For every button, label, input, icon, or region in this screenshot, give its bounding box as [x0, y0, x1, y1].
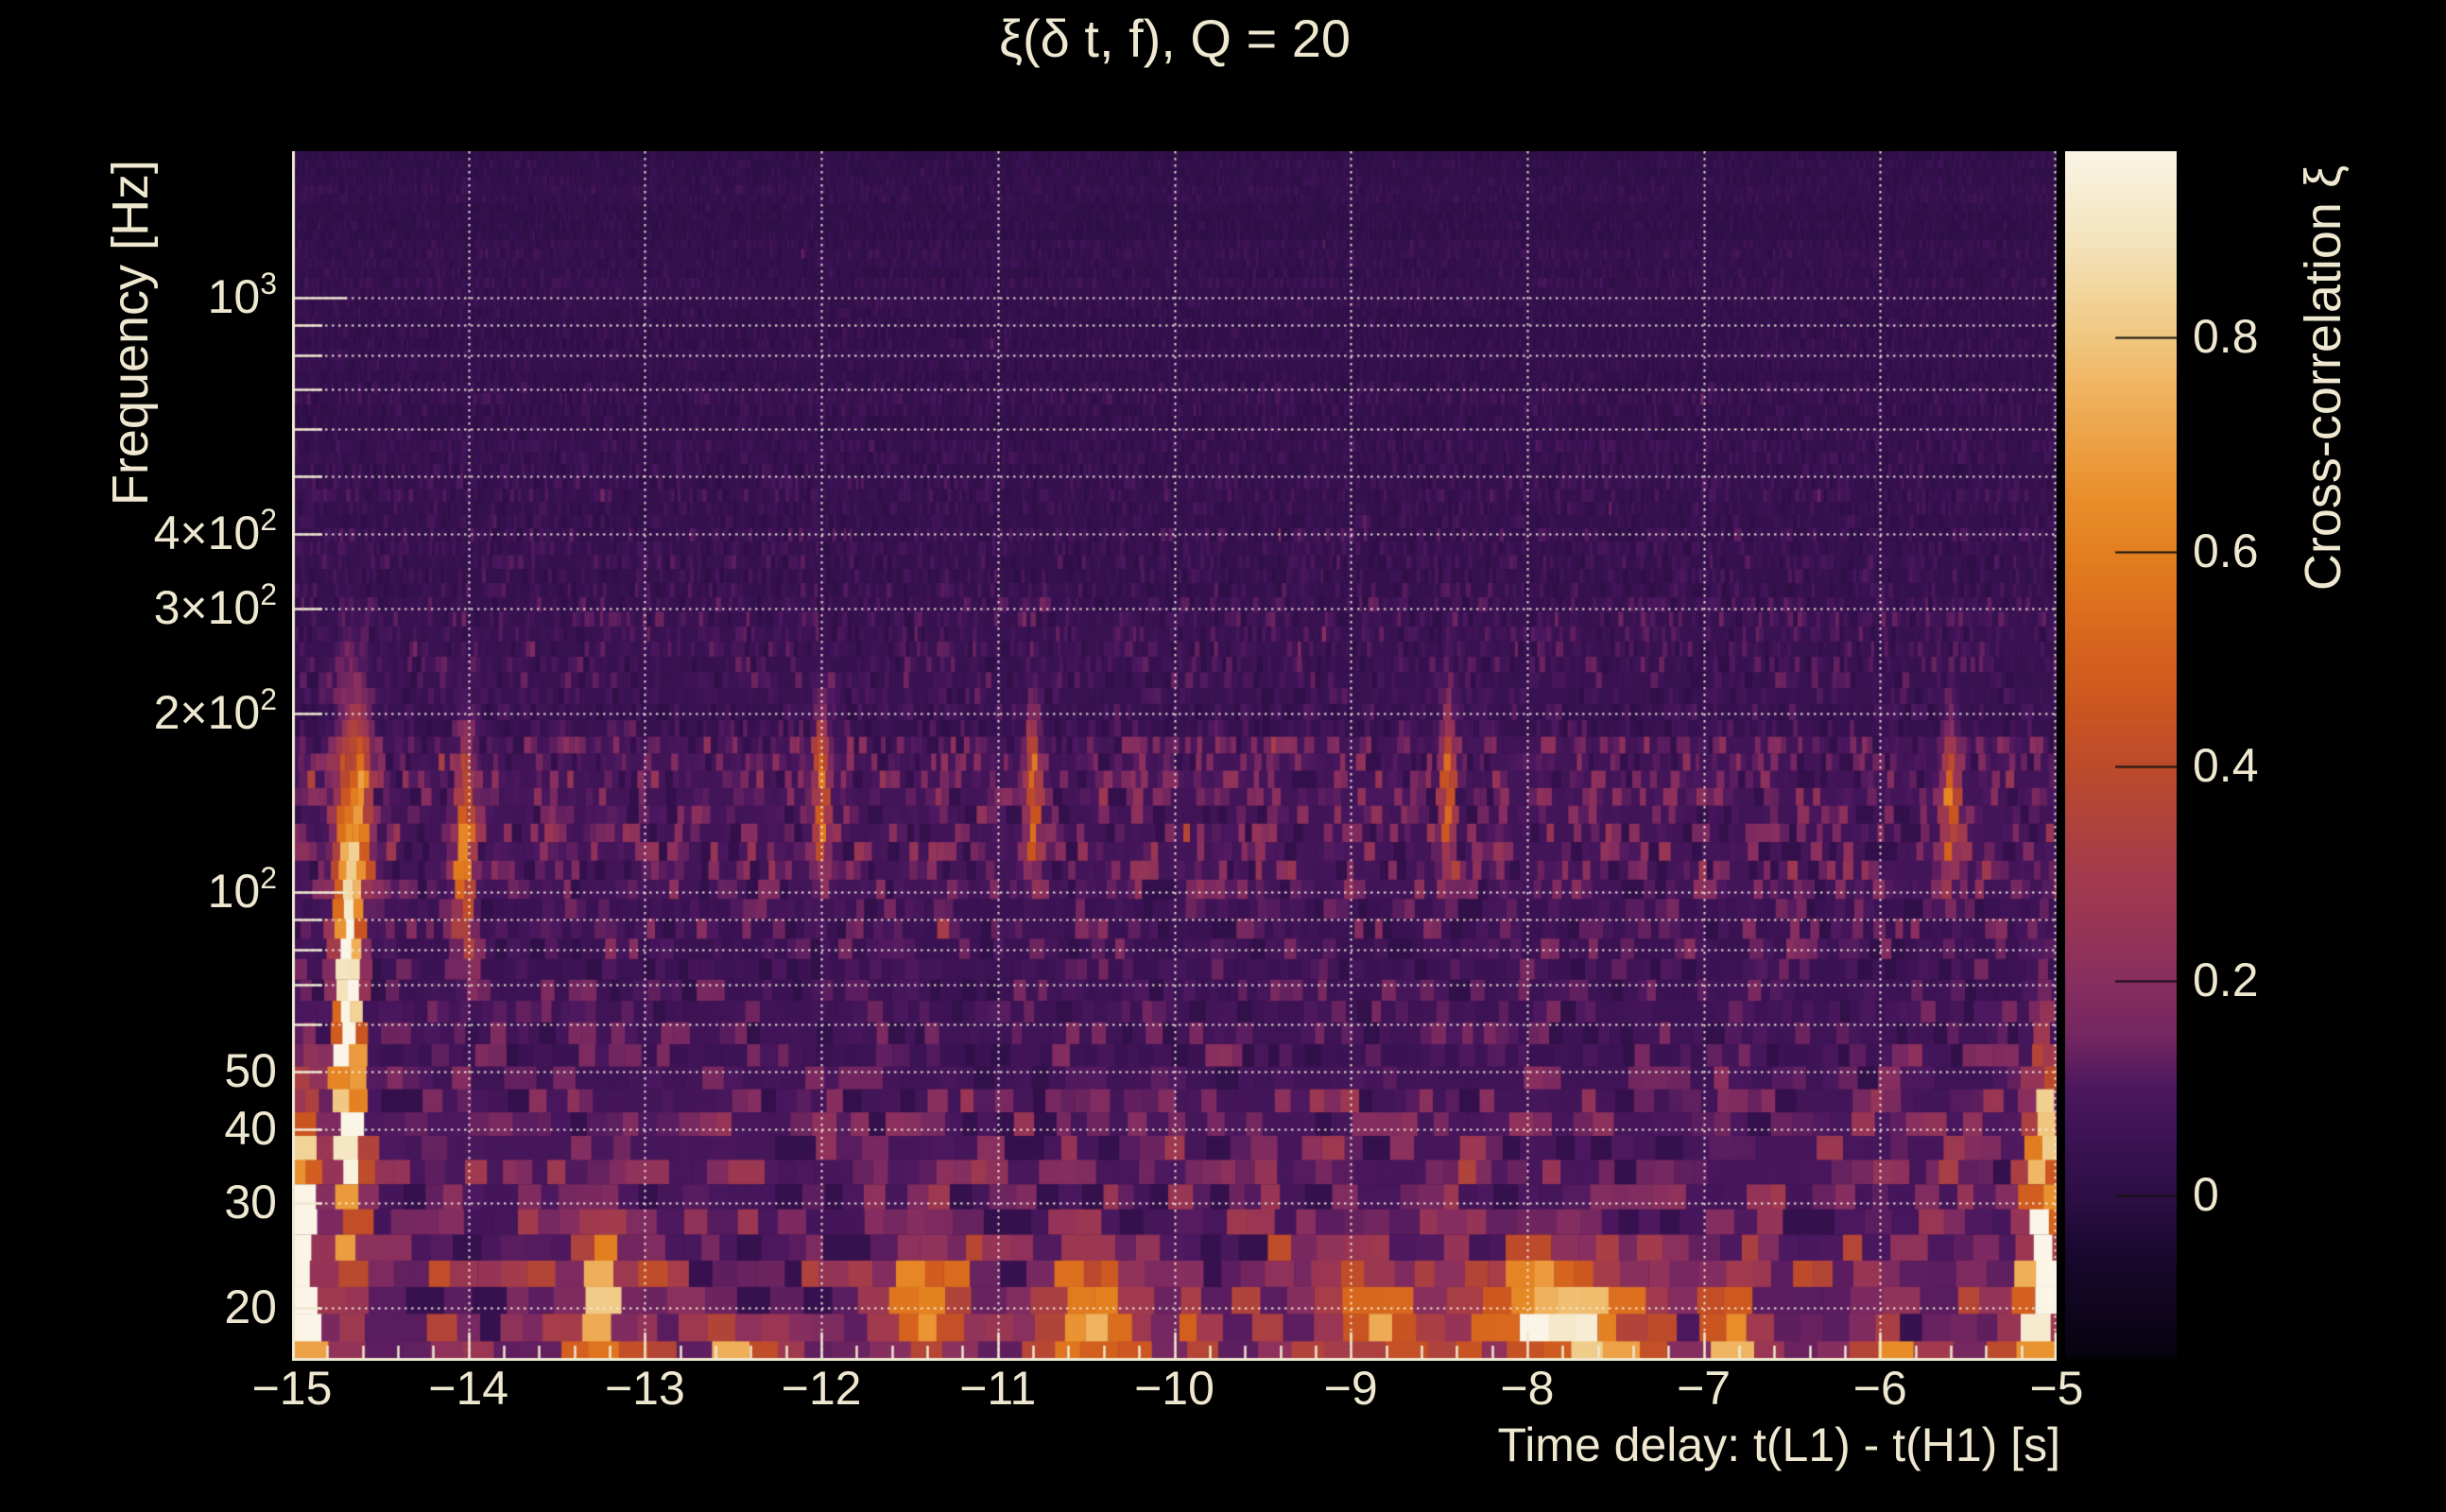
y-tick-label: 4×102 — [153, 503, 277, 560]
y-tick-label: 50 — [224, 1043, 277, 1097]
plot-title: ξ(δ t, f), Q = 20 — [998, 9, 1352, 68]
x-tick-label: −6 — [1852, 1362, 1907, 1415]
colorbar-title: Cross-correlation ξ — [2295, 164, 2351, 592]
x-tick-label: −7 — [1677, 1362, 1731, 1415]
y-tick-label: 20 — [224, 1280, 277, 1334]
x-tick-label: −14 — [428, 1362, 509, 1415]
x-tick-label: −5 — [2029, 1362, 2084, 1415]
colorbar-tick-label: 0.6 — [2193, 524, 2259, 578]
x-tick-label: −9 — [1323, 1362, 1378, 1415]
qscan-figure: ξ(δ t, f), Q = 20 Frequency [Hz] 103 4×10… — [0, 0, 2446, 1512]
y-tick-label: 40 — [224, 1101, 277, 1155]
y-tick-label: 3×102 — [153, 576, 277, 634]
x-axis-title: Time delay: t(L1) - t(H1) [s] — [1497, 1418, 2060, 1471]
colorbar-tick-label: 0.2 — [2193, 954, 2259, 1007]
colorbar-tick-label: 0 — [2193, 1168, 2219, 1222]
y-tick-label: 2×102 — [153, 681, 277, 739]
colorbar-tick-label: 0.8 — [2193, 310, 2259, 364]
y-tick-label: 102 — [207, 861, 277, 919]
colorbar-tick-label: 0.4 — [2193, 739, 2259, 793]
x-tick-label: −15 — [251, 1362, 333, 1415]
x-tick-label: −8 — [1500, 1362, 1555, 1415]
x-tick-label: −10 — [1134, 1362, 1214, 1415]
y-axis-title: Frequency [Hz] — [102, 159, 159, 507]
x-tick-label: −11 — [959, 1362, 1037, 1415]
y-tick-label: 30 — [224, 1176, 277, 1229]
x-tick-label: −13 — [604, 1362, 685, 1415]
colorbar-gradient — [2065, 151, 2177, 1359]
spectrogram-heatmap — [292, 151, 2057, 1361]
x-tick-label: −12 — [781, 1362, 862, 1415]
y-tick-label: 103 — [207, 266, 277, 323]
